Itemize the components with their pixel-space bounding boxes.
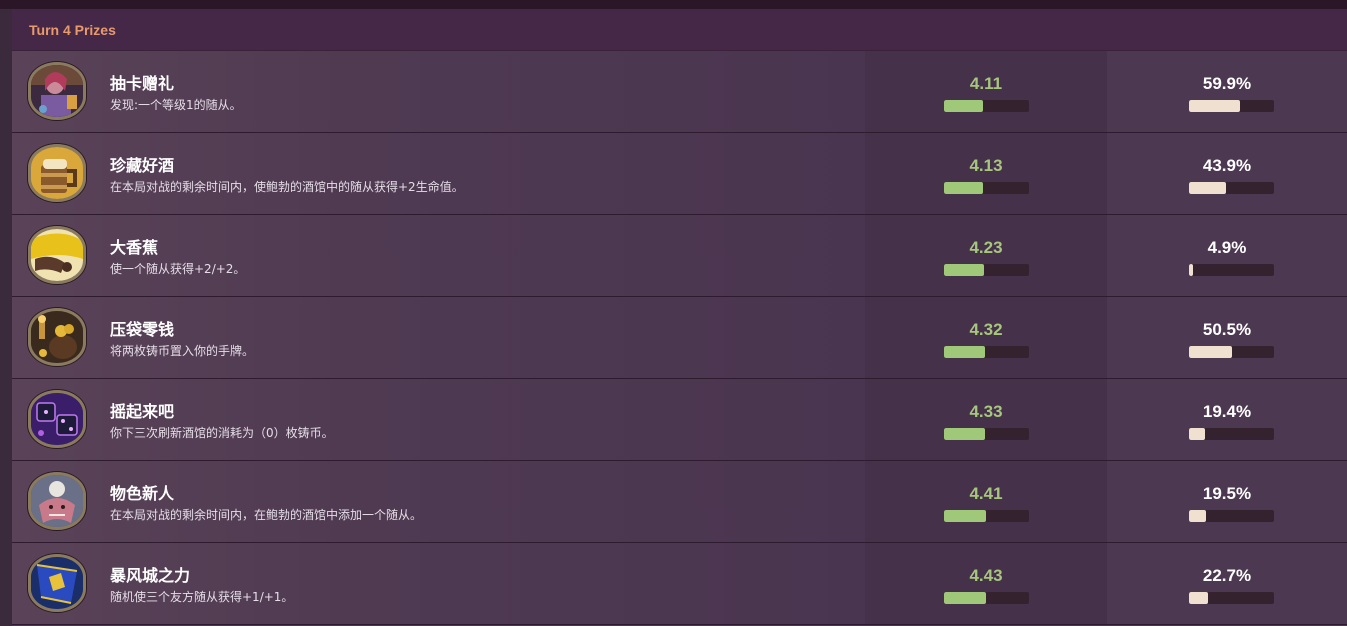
prize-description: 将两枚铸币置入你的手牌。 xyxy=(110,344,255,358)
avg-placement-bar xyxy=(944,100,1029,112)
prize-name: 珍藏好酒 xyxy=(110,156,175,175)
pick-rate-value: 43.9% xyxy=(1202,156,1252,175)
top-strip xyxy=(0,0,1347,9)
pick-rate-cell: 4.9% xyxy=(1107,215,1347,296)
avg-placement-bar-fill xyxy=(944,510,986,522)
prize-name: 物色新人 xyxy=(110,484,175,503)
prize-row[interactable]: 暴风城之力 随机使三个友方随从获得+1/+1。 4.43 22.7% xyxy=(12,543,1347,625)
avg-placement-bar-fill xyxy=(944,182,983,194)
avg-placement-bar-fill xyxy=(944,428,985,440)
avg-placement-cell: 4.23 xyxy=(865,215,1107,296)
prize-name: 抽卡赠礼 xyxy=(110,74,175,93)
prize-info: 摇起来吧 你下三次刷新酒馆的消耗为（0）枚铸币。 xyxy=(12,379,865,460)
banana-icon xyxy=(28,226,86,284)
pick-rate-bar xyxy=(1189,346,1274,358)
prize-row[interactable]: 大香蕉 使一个随从获得+2/+2。 4.23 4.9% xyxy=(12,215,1347,297)
pick-rate-bar-fill xyxy=(1189,510,1206,522)
pick-rate-value: 50.5% xyxy=(1202,320,1252,339)
prize-description: 在本局对战的剩余时间内，在鲍勃的酒馆中添加一个随从。 xyxy=(110,508,423,522)
pick-rate-value: 19.5% xyxy=(1202,484,1252,503)
avg-placement-cell: 4.43 xyxy=(865,543,1107,624)
prize-description: 在本局对战的剩余时间内，使鲍勃的酒馆中的随从获得+2生命值。 xyxy=(110,180,464,194)
pick-rate-bar xyxy=(1189,264,1274,276)
dice-icon xyxy=(28,390,86,448)
pick-rate-cell: 22.7% xyxy=(1107,543,1347,624)
pick-rate-cell: 19.4% xyxy=(1107,379,1347,460)
pick-rate-bar-fill xyxy=(1189,182,1227,194)
avg-placement-bar xyxy=(944,428,1029,440)
avg-placement-cell: 4.33 xyxy=(865,379,1107,460)
avg-placement-bar-fill xyxy=(944,592,986,604)
pick-rate-cell: 43.9% xyxy=(1107,133,1347,214)
avg-placement-value: 4.13 xyxy=(969,156,1003,175)
pick-rate-bar-fill xyxy=(1189,346,1232,358)
prizes-panel: Turn 4 Prizes 抽卡赠礼 发现:一个等级1的随从。 4.11 59.… xyxy=(12,9,1347,626)
prize-info: 抽卡赠礼 发现:一个等级1的随从。 xyxy=(12,51,865,132)
avg-placement-bar xyxy=(944,264,1029,276)
prize-info: 暴风城之力 随机使三个友方随从获得+1/+1。 xyxy=(12,543,865,624)
pick-rate-bar-fill xyxy=(1189,592,1209,604)
avg-placement-bar xyxy=(944,510,1029,522)
avg-placement-cell: 4.32 xyxy=(865,297,1107,378)
prize-row[interactable]: 抽卡赠礼 发现:一个等级1的随从。 4.11 59.9% xyxy=(12,51,1347,133)
prize-info: 珍藏好酒 在本局对战的剩余时间内，使鲍勃的酒馆中的随从获得+2生命值。 xyxy=(12,133,865,214)
prize-info: 大香蕉 使一个随从获得+2/+2。 xyxy=(12,215,865,296)
dragon-portrait-icon xyxy=(28,472,86,530)
prize-info: 物色新人 在本局对战的剩余时间内，在鲍勃的酒馆中添加一个随从。 xyxy=(12,461,865,542)
avg-placement-value: 4.23 xyxy=(969,238,1003,257)
pick-rate-value: 4.9% xyxy=(1207,238,1247,257)
pick-rate-bar xyxy=(1189,428,1274,440)
avg-placement-value: 4.41 xyxy=(969,484,1003,503)
stormwind-banner-icon xyxy=(28,554,86,612)
prize-description: 随机使三个友方随从获得+1/+1。 xyxy=(110,590,294,604)
prize-description: 发现:一个等级1的随从。 xyxy=(110,98,242,112)
avg-placement-cell: 4.11 xyxy=(865,51,1107,132)
avg-placement-value: 4.32 xyxy=(969,320,1003,339)
prize-row[interactable]: 压袋零钱 将两枚铸币置入你的手牌。 4.32 50.5% xyxy=(12,297,1347,379)
pick-rate-cell: 59.9% xyxy=(1107,51,1347,132)
barmaid-portrait-icon xyxy=(28,62,86,120)
prize-description: 使一个随从获得+2/+2。 xyxy=(110,262,246,276)
prize-name: 摇起来吧 xyxy=(110,402,175,421)
pick-rate-bar-fill xyxy=(1189,264,1194,276)
pick-rate-cell: 19.5% xyxy=(1107,461,1347,542)
left-strip xyxy=(0,9,12,626)
prize-list: 抽卡赠礼 发现:一个等级1的随从。 4.11 59.9% 珍藏好酒 在本局对战的… xyxy=(12,51,1347,625)
beer-mug-icon xyxy=(28,144,86,202)
avg-placement-bar-fill xyxy=(944,264,984,276)
avg-placement-value: 4.33 xyxy=(969,402,1003,421)
avg-placement-bar-fill xyxy=(944,346,985,358)
prize-name: 暴风城之力 xyxy=(110,566,191,585)
section-title: Turn 4 Prizes xyxy=(29,21,116,38)
avg-placement-cell: 4.13 xyxy=(865,133,1107,214)
prize-row[interactable]: 珍藏好酒 在本局对战的剩余时间内，使鲍勃的酒馆中的随从获得+2生命值。 4.13… xyxy=(12,133,1347,215)
pick-rate-bar-fill xyxy=(1189,100,1240,112)
pick-rate-bar xyxy=(1189,182,1274,194)
pick-rate-value: 22.7% xyxy=(1202,566,1252,585)
pick-rate-bar xyxy=(1189,592,1274,604)
prize-name: 大香蕉 xyxy=(110,238,159,257)
prize-info: 压袋零钱 将两枚铸币置入你的手牌。 xyxy=(12,297,865,378)
avg-placement-value: 4.11 xyxy=(969,74,1003,93)
avg-placement-value: 4.43 xyxy=(969,566,1003,585)
pick-rate-bar-fill xyxy=(1189,428,1206,440)
avg-placement-bar-fill xyxy=(944,100,983,112)
prize-row[interactable]: 摇起来吧 你下三次刷新酒馆的消耗为（0）枚铸币。 4.33 19.4% xyxy=(12,379,1347,461)
pick-rate-cell: 50.5% xyxy=(1107,297,1347,378)
avg-placement-cell: 4.41 xyxy=(865,461,1107,542)
pick-rate-bar xyxy=(1189,510,1274,522)
section-header: Turn 4 Prizes xyxy=(12,9,1347,51)
avg-placement-bar xyxy=(944,592,1029,604)
pick-rate-value: 19.4% xyxy=(1202,402,1252,421)
prize-row[interactable]: 物色新人 在本局对战的剩余时间内，在鲍勃的酒馆中添加一个随从。 4.41 19.… xyxy=(12,461,1347,543)
avg-placement-bar xyxy=(944,182,1029,194)
pick-rate-value: 59.9% xyxy=(1202,74,1252,93)
pick-rate-bar xyxy=(1189,100,1274,112)
coin-pouch-icon xyxy=(28,308,86,366)
prize-name: 压袋零钱 xyxy=(110,320,175,339)
avg-placement-bar xyxy=(944,346,1029,358)
prize-description: 你下三次刷新酒馆的消耗为（0）枚铸币。 xyxy=(110,426,334,440)
